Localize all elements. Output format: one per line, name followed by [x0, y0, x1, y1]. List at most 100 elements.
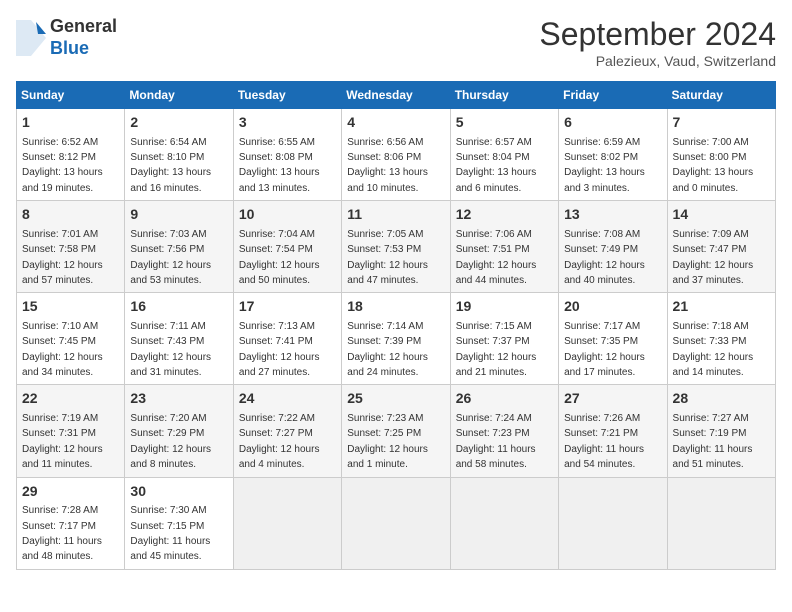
day-info: Sunrise: 7:27 AMSunset: 7:19 PMDaylight:… [673, 413, 753, 470]
logo: General Blue [16, 16, 117, 59]
day-number: 19 [456, 297, 553, 317]
location-subtitle: Palezieux, Vaud, Switzerland [539, 53, 776, 69]
calendar-cell: 16 Sunrise: 7:11 AMSunset: 7:43 PMDayligh… [125, 293, 233, 385]
day-info: Sunrise: 7:24 AMSunset: 7:23 PMDaylight:… [456, 413, 536, 470]
day-info: Sunrise: 6:52 AMSunset: 8:12 PMDaylight:… [22, 137, 103, 194]
calendar-cell: 9 Sunrise: 7:03 AMSunset: 7:56 PMDaylight… [125, 201, 233, 293]
day-info: Sunrise: 6:56 AMSunset: 8:06 PMDaylight:… [347, 137, 428, 194]
day-number: 23 [130, 389, 227, 409]
day-info: Sunrise: 7:10 AMSunset: 7:45 PMDaylight:… [22, 321, 103, 378]
header-day-wednesday: Wednesday [342, 82, 450, 109]
day-info: Sunrise: 7:28 AMSunset: 7:17 PMDaylight:… [22, 505, 102, 562]
calendar-cell: 30Sunrise: 7:30 AMSunset: 7:15 PMDayligh… [125, 477, 233, 569]
calendar-cell: 25 Sunrise: 7:23 AMSunset: 7:25 PMDayligh… [342, 385, 450, 477]
logo-triangle [16, 20, 46, 56]
day-info: Sunrise: 7:18 AMSunset: 7:33 PMDaylight:… [673, 321, 754, 378]
day-number: 9 [130, 205, 227, 225]
logo-text: General Blue [50, 16, 117, 59]
calendar-cell: 27 Sunrise: 7:26 AMSunset: 7:21 PMDayligh… [559, 385, 667, 477]
day-number: 17 [239, 297, 336, 317]
day-number: 4 [347, 113, 444, 133]
calendar-table: SundayMondayTuesdayWednesdayThursdayFrid… [16, 81, 776, 570]
calendar-cell: 7Sunrise: 7:00 AMSunset: 8:00 PMDaylight… [667, 109, 775, 201]
logo-line1: General [50, 16, 117, 38]
day-number: 2 [130, 113, 227, 133]
calendar-week-2: 8 Sunrise: 7:01 AMSunset: 7:58 PMDaylight… [17, 201, 776, 293]
header-day-friday: Friday [559, 82, 667, 109]
day-number: 14 [673, 205, 770, 225]
day-number: 27 [564, 389, 661, 409]
day-info: Sunrise: 7:22 AMSunset: 7:27 PMDaylight:… [239, 413, 320, 470]
calendar-week-4: 22Sunrise: 7:19 AMSunset: 7:31 PMDayligh… [17, 385, 776, 477]
calendar-cell: 8 Sunrise: 7:01 AMSunset: 7:58 PMDaylight… [17, 201, 125, 293]
calendar-cell: 28Sunrise: 7:27 AMSunset: 7:19 PMDayligh… [667, 385, 775, 477]
page-header: General Blue September 2024 Palezieux, V… [16, 16, 776, 69]
calendar-cell: 21 Sunrise: 7:18 AMSunset: 7:33 PMDayligh… [667, 293, 775, 385]
calendar-cell: 15 Sunrise: 7:10 AMSunset: 7:45 PMDayligh… [17, 293, 125, 385]
calendar-cell: 2 Sunrise: 6:54 AMSunset: 8:10 PMDaylight… [125, 109, 233, 201]
day-number: 12 [456, 205, 553, 225]
calendar-cell: 1 Sunrise: 6:52 AMSunset: 8:12 PMDaylight… [17, 109, 125, 201]
calendar-cell: 17 Sunrise: 7:13 AMSunset: 7:41 PMDayligh… [233, 293, 341, 385]
day-number: 16 [130, 297, 227, 317]
day-info: Sunrise: 7:13 AMSunset: 7:41 PMDaylight:… [239, 321, 320, 378]
day-number: 24 [239, 389, 336, 409]
day-info: Sunrise: 7:03 AMSunset: 7:56 PMDaylight:… [130, 229, 211, 286]
day-number: 26 [456, 389, 553, 409]
day-info: Sunrise: 7:14 AMSunset: 7:39 PMDaylight:… [347, 321, 428, 378]
day-info: Sunrise: 6:57 AMSunset: 8:04 PMDaylight:… [456, 137, 537, 194]
day-info: Sunrise: 7:26 AMSunset: 7:21 PMDaylight:… [564, 413, 644, 470]
day-number: 18 [347, 297, 444, 317]
calendar-cell [559, 477, 667, 569]
day-number: 6 [564, 113, 661, 133]
day-info: Sunrise: 7:09 AMSunset: 7:47 PMDaylight:… [673, 229, 754, 286]
calendar-week-5: 29Sunrise: 7:28 AMSunset: 7:17 PMDayligh… [17, 477, 776, 569]
day-number: 8 [22, 205, 119, 225]
calendar-cell: 18 Sunrise: 7:14 AMSunset: 7:39 PMDayligh… [342, 293, 450, 385]
header-day-thursday: Thursday [450, 82, 558, 109]
logo-line2: Blue [50, 38, 117, 60]
calendar-week-1: 1 Sunrise: 6:52 AMSunset: 8:12 PMDaylight… [17, 109, 776, 201]
calendar-week-3: 15 Sunrise: 7:10 AMSunset: 7:45 PMDayligh… [17, 293, 776, 385]
calendar-cell [667, 477, 775, 569]
day-info: Sunrise: 7:01 AMSunset: 7:58 PMDaylight:… [22, 229, 103, 286]
calendar-cell: 29Sunrise: 7:28 AMSunset: 7:17 PMDayligh… [17, 477, 125, 569]
day-number: 5 [456, 113, 553, 133]
calendar-cell: 23 Sunrise: 7:20 AMSunset: 7:29 PMDayligh… [125, 385, 233, 477]
calendar-cell: 26 Sunrise: 7:24 AMSunset: 7:23 PMDayligh… [450, 385, 558, 477]
calendar-cell [342, 477, 450, 569]
day-number: 1 [22, 113, 119, 133]
header-day-monday: Monday [125, 82, 233, 109]
day-number: 3 [239, 113, 336, 133]
day-number: 21 [673, 297, 770, 317]
day-number: 13 [564, 205, 661, 225]
day-info: Sunrise: 6:54 AMSunset: 8:10 PMDaylight:… [130, 137, 211, 194]
day-info: Sunrise: 7:06 AMSunset: 7:51 PMDaylight:… [456, 229, 537, 286]
day-info: Sunrise: 7:20 AMSunset: 7:29 PMDaylight:… [130, 413, 211, 470]
calendar-cell: 11Sunrise: 7:05 AMSunset: 7:53 PMDayligh… [342, 201, 450, 293]
day-number: 10 [239, 205, 336, 225]
calendar-cell: 4 Sunrise: 6:56 AMSunset: 8:06 PMDaylight… [342, 109, 450, 201]
day-info: Sunrise: 7:15 AMSunset: 7:37 PMDaylight:… [456, 321, 537, 378]
title-block: September 2024 Palezieux, Vaud, Switzerl… [539, 16, 776, 69]
calendar-cell [450, 477, 558, 569]
day-number: 25 [347, 389, 444, 409]
day-info: Sunrise: 7:23 AMSunset: 7:25 PMDaylight:… [347, 413, 428, 470]
calendar-cell: 20Sunrise: 7:17 AMSunset: 7:35 PMDayligh… [559, 293, 667, 385]
header-row: SundayMondayTuesdayWednesdayThursdayFrid… [17, 82, 776, 109]
calendar-cell: 24 Sunrise: 7:22 AMSunset: 7:27 PMDayligh… [233, 385, 341, 477]
calendar-cell: 6Sunrise: 6:59 AMSunset: 8:02 PMDaylight… [559, 109, 667, 201]
calendar-cell: 12 Sunrise: 7:06 AMSunset: 7:51 PMDayligh… [450, 201, 558, 293]
day-info: Sunrise: 7:11 AMSunset: 7:43 PMDaylight:… [130, 321, 211, 378]
header-day-tuesday: Tuesday [233, 82, 341, 109]
day-info: Sunrise: 7:04 AMSunset: 7:54 PMDaylight:… [239, 229, 320, 286]
day-number: 15 [22, 297, 119, 317]
calendar-cell: 3 Sunrise: 6:55 AMSunset: 8:08 PMDaylight… [233, 109, 341, 201]
calendar-cell: 22Sunrise: 7:19 AMSunset: 7:31 PMDayligh… [17, 385, 125, 477]
day-info: Sunrise: 7:08 AMSunset: 7:49 PMDaylight:… [564, 229, 645, 286]
header-day-saturday: Saturday [667, 82, 775, 109]
day-info: Sunrise: 7:17 AMSunset: 7:35 PMDaylight:… [564, 321, 645, 378]
header-day-sunday: Sunday [17, 82, 125, 109]
calendar-cell: 5 Sunrise: 6:57 AMSunset: 8:04 PMDaylight… [450, 109, 558, 201]
day-info: Sunrise: 6:55 AMSunset: 8:08 PMDaylight:… [239, 137, 320, 194]
